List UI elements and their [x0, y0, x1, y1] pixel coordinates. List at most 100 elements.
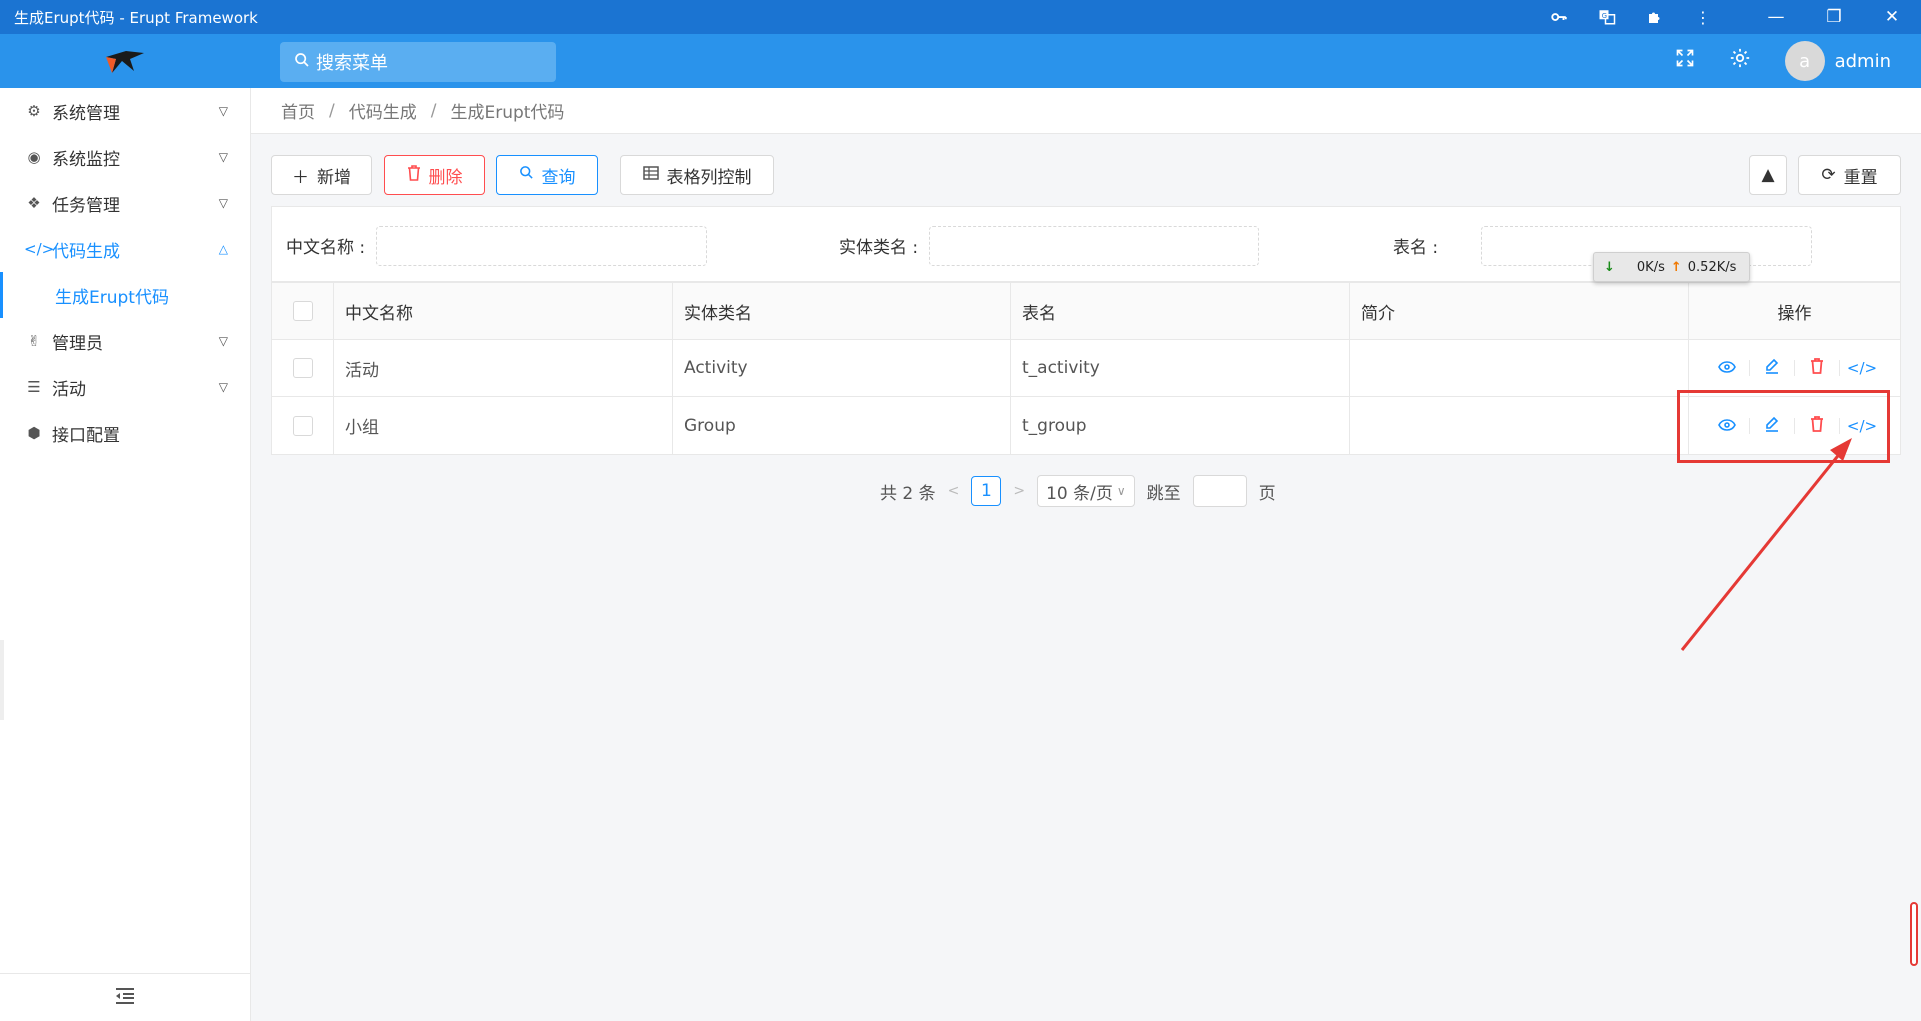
- scrollbar-thumb[interactable]: [1910, 902, 1918, 966]
- sidebar-item-task-management[interactable]: ❖ 任务管理 ▽: [0, 180, 250, 226]
- download-speed: 0K/s: [1636, 259, 1665, 275]
- sidebar-item-code-generation[interactable]: </> 代码生成 △: [0, 226, 250, 272]
- window-titlebar: 生成Erupt代码 - Erupt Framework G ⋮ — ❐ ✕: [0, 0, 1921, 34]
- column-control-button[interactable]: 表格列控制: [620, 155, 774, 195]
- code-icon: </>: [24, 240, 55, 258]
- annotation-arrow: [1680, 438, 1852, 651]
- table-row: 小组 Group t_group </>: [272, 397, 1900, 454]
- page-1-button[interactable]: 1: [971, 476, 1002, 506]
- prev-page-icon[interactable]: <: [948, 483, 960, 499]
- chevron-down-icon: ▽: [218, 150, 228, 164]
- list-icon: ☰: [27, 378, 41, 396]
- sidebar-item-system-monitor[interactable]: ◉ 系统监控 ▽: [0, 134, 250, 180]
- collapse-search-button[interactable]: ▲: [1749, 155, 1787, 195]
- chevron-up-icon: △: [218, 242, 228, 256]
- sidebar: ⚙ 系统管理 ▽ ◉ 系统监控 ▽ ❖ 任务管理 ▽ </> 代码生成 △ 生成…: [0, 88, 251, 1021]
- sidebar-item-api-config[interactable]: ⬢ 接口配置: [0, 410, 250, 456]
- search-placeholder: 搜索菜单: [316, 53, 388, 74]
- pagination: 共 2 条 < 1 > 10 条/页 ∨ 跳至 页: [880, 474, 1276, 508]
- breadcrumb-home[interactable]: 首页: [281, 98, 315, 123]
- minimize-button[interactable]: —: [1747, 0, 1805, 34]
- refresh-icon: ⟳: [1821, 165, 1836, 185]
- cell-cn-name: 活动: [334, 340, 673, 396]
- table-row: 活动 Activity t_activity </>: [272, 340, 1900, 397]
- select-all-checkbox[interactable]: [292, 301, 313, 321]
- search-input[interactable]: 搜索菜单: [280, 42, 556, 82]
- collapse-sidebar-button[interactable]: [0, 973, 250, 1021]
- sidebar-item-label: 系统管理: [52, 103, 120, 124]
- breadcrumb-current: 生成Erupt代码: [450, 103, 565, 123]
- sidebar-item-activity[interactable]: ☰ 活动 ▽: [0, 364, 250, 410]
- sidebar-item-label: 代码生成: [52, 241, 120, 262]
- page-suffix: 页: [1258, 483, 1276, 504]
- delete-icon[interactable]: [1795, 358, 1839, 378]
- key-icon[interactable]: [1535, 0, 1583, 34]
- sidebar-item-admin[interactable]: ✌ 管理员 ▽: [0, 318, 250, 364]
- field-label-table-name: 表名 :: [1393, 237, 1439, 258]
- trash-icon: [407, 164, 421, 186]
- cell-class-name: Activity: [673, 340, 1011, 396]
- class-name-field[interactable]: [929, 226, 1259, 266]
- settings-icon[interactable]: [1729, 47, 1751, 75]
- page-size-select[interactable]: 10 条/页 ∨: [1037, 475, 1135, 507]
- cell-table-name: t_activity: [1011, 340, 1350, 396]
- jump-label: 跳至: [1146, 483, 1181, 504]
- sidebar-item-generate-erupt-code[interactable]: 生成Erupt代码: [0, 272, 250, 318]
- chevron-down-icon: ∨: [1116, 484, 1126, 498]
- field-label-cn-name: 中文名称 :: [286, 237, 366, 258]
- more-icon[interactable]: ⋮: [1679, 0, 1727, 34]
- edit-icon[interactable]: [1750, 358, 1794, 378]
- cn-name-field[interactable]: [376, 226, 707, 266]
- caret-up-icon: ▲: [1761, 165, 1775, 185]
- sidebar-item-label: 系统监控: [52, 149, 120, 170]
- side-edge-tab: [0, 640, 4, 720]
- query-button[interactable]: 查询: [496, 155, 598, 195]
- column-header: 操作: [1777, 303, 1812, 324]
- table-icon: [642, 165, 659, 185]
- sidebar-item-system-management[interactable]: ⚙ 系统管理 ▽: [0, 88, 250, 134]
- sidebar-item-label: 任务管理: [52, 195, 120, 216]
- chevron-down-icon: ▽: [218, 196, 228, 210]
- sidebar-item-label: 管理员: [52, 333, 103, 354]
- svg-text:G: G: [1602, 12, 1607, 20]
- sidebar-item-label: 接口配置: [52, 425, 120, 446]
- breadcrumb: 首页 / 代码生成 / 生成Erupt代码: [251, 88, 1921, 134]
- erupt-logo-icon: [106, 51, 144, 73]
- monitor-icon: ◉: [27, 148, 41, 166]
- user-menu[interactable]: a admin: [1784, 41, 1891, 81]
- restore-button[interactable]: ❐: [1805, 0, 1863, 34]
- add-button[interactable]: ＋ 新增: [271, 155, 372, 195]
- delete-button[interactable]: 删除: [384, 155, 485, 195]
- gears-icon: ⚙: [27, 102, 41, 120]
- column-header[interactable]: 表名: [1011, 283, 1350, 339]
- close-button[interactable]: ✕: [1863, 0, 1921, 34]
- cell-table-name: t_group: [1011, 397, 1350, 454]
- breadcrumb-code-generation[interactable]: 代码生成: [349, 98, 417, 123]
- chevron-down-icon: ▽: [218, 380, 228, 394]
- cell-description: [1350, 340, 1689, 396]
- view-icon[interactable]: [1705, 359, 1749, 377]
- next-page-icon[interactable]: >: [1013, 483, 1025, 499]
- box-icon: ⬢: [27, 424, 41, 442]
- code-icon[interactable]: </>: [1840, 359, 1884, 377]
- table-header-row: 中文名称 实体类名 表名 简介 操作: [272, 283, 1900, 340]
- column-header[interactable]: 简介: [1350, 283, 1689, 339]
- username: admin: [1834, 50, 1891, 72]
- row-actions: </>: [1689, 340, 1900, 396]
- upload-speed: 0.52K/s: [1687, 259, 1737, 275]
- row-checkbox[interactable]: [292, 415, 313, 436]
- translate-icon[interactable]: G: [1583, 0, 1631, 34]
- column-header[interactable]: 中文名称: [334, 283, 673, 339]
- fullscreen-icon[interactable]: [1675, 48, 1695, 74]
- jump-page-input[interactable]: [1192, 475, 1247, 507]
- toolbar: ＋ 新增 删除 查询 表格列控制 ▲ ⟳ 重置: [271, 155, 1901, 195]
- avatar: a: [1784, 41, 1825, 81]
- chevron-down-icon: ▽: [218, 334, 228, 348]
- extension-icon[interactable]: [1631, 0, 1679, 34]
- column-header[interactable]: 实体类名: [673, 283, 1011, 339]
- row-checkbox[interactable]: [292, 358, 313, 378]
- search-icon: [519, 165, 534, 185]
- data-table: 中文名称 实体类名 表名 简介 操作 活动 Activity t_activit…: [271, 282, 1901, 455]
- logo[interactable]: [0, 34, 250, 88]
- reset-button[interactable]: ⟳ 重置: [1798, 155, 1901, 195]
